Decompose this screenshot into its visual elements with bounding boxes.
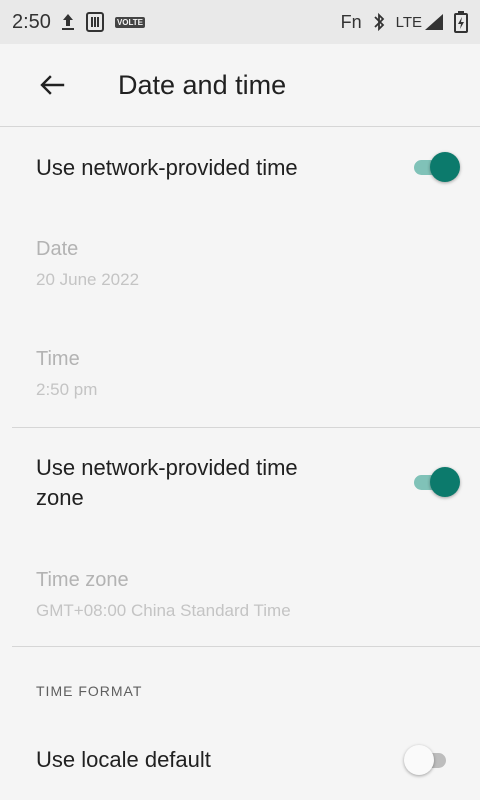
network-time-zone-switch[interactable]: [410, 467, 460, 497]
locale-default-setting[interactable]: Use locale default: [0, 740, 480, 780]
arrow-back-icon: [40, 75, 65, 95]
back-button[interactable]: [28, 61, 76, 109]
section-header: TIME FORMAT: [36, 683, 143, 699]
time-zone-setting: Time zone GMT+08:00 China Standard Time: [0, 565, 480, 621]
date-value: 20 June 2022: [36, 270, 140, 289]
status-time: 2:50: [12, 10, 51, 33]
app-bar: Date and time: [0, 44, 480, 127]
page-title: Date and time: [118, 69, 287, 100]
locale-default-label: Use locale default: [36, 747, 211, 772]
network-time-zone-label-line1: Use network-provided time: [36, 455, 298, 480]
switch-thumb: [404, 745, 434, 775]
divider: [12, 427, 480, 428]
sim-card-icon: [85, 11, 105, 33]
network-time-zone-setting[interactable]: Use network-provided time zone: [0, 453, 480, 513]
network-type: LTE: [395, 13, 422, 31]
status-bar: 2:50 VOLTE Fn LTE: [0, 0, 480, 44]
time-label: Time: [36, 348, 80, 370]
status-bar-left: 2:50 VOLTE: [12, 10, 146, 34]
bluetooth-icon: [372, 12, 386, 32]
network-time-setting[interactable]: Use network-provided time: [0, 148, 480, 188]
date-label: Date: [36, 238, 79, 260]
date-setting: Date 20 June 2022: [0, 234, 480, 290]
volte-icon: VOLTE: [114, 16, 146, 28]
battery-charging-icon: [454, 11, 468, 33]
network-time-switch[interactable]: [410, 152, 460, 182]
upload-icon: [61, 13, 75, 31]
time-zone-value: GMT+08:00 China Standard Time: [36, 601, 291, 620]
time-zone-label: Time zone: [36, 569, 129, 591]
status-bar-right: Fn LTE: [341, 11, 468, 33]
divider: [12, 646, 480, 647]
time-format-section: TIME FORMAT: [0, 683, 480, 699]
switch-thumb: [430, 152, 460, 182]
fn-indicator: Fn: [340, 11, 362, 32]
signal-icon: [424, 13, 444, 31]
locale-default-switch[interactable]: [404, 745, 452, 775]
time-setting: Time 2:50 pm: [0, 344, 480, 400]
network-time-label: Use network-provided time: [36, 155, 298, 180]
network-time-zone-label-line2: zone: [36, 485, 84, 510]
switch-thumb: [430, 467, 460, 497]
time-value: 2:50 pm: [36, 380, 98, 399]
